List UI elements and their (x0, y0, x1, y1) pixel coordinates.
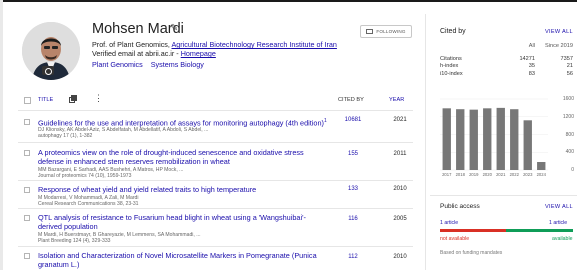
y-tick-label: 0 (571, 167, 574, 173)
homepage-link[interactable]: Homepage (181, 49, 216, 58)
bar-2022[interactable] (510, 109, 519, 170)
article-venue: autophagy 17 (1), 1-382 (38, 133, 93, 139)
article-title[interactable]: A proteomics view on the role of drought… (38, 148, 333, 166)
mail-icon (366, 29, 374, 34)
stats-header-row: All Since 2019 (440, 43, 573, 51)
affiliation-prefix: Prof. of Plant Genomics, (92, 40, 170, 49)
public-access-heading: Public access (440, 203, 480, 210)
public-access-divider (430, 195, 577, 196)
row-checkbox[interactable] (24, 215, 30, 221)
available-count[interactable]: 1 article (549, 220, 567, 226)
bar-2019[interactable] (469, 109, 478, 170)
sort-by-title[interactable]: TITLE (38, 97, 53, 103)
x-tick-label: 2021 (496, 172, 506, 177)
email-text: Verified email at abrii.ac.ir - (92, 49, 179, 58)
citation-count[interactable]: 112 (328, 254, 378, 260)
x-tick-label: 2020 (482, 172, 492, 177)
row-divider (18, 246, 413, 247)
stats-col-all: All (528, 43, 535, 49)
article-year: 2011 (393, 151, 407, 157)
stats-row: Citations 14271 7357 (440, 55, 573, 62)
articles-table-header: TITLE ⋮ CITED BY YEAR (18, 93, 413, 109)
following-button[interactable]: FOLLOWING (360, 25, 412, 38)
article-title[interactable]: Response of wheat yield and yield relate… (38, 185, 333, 194)
access-bar-not-available (440, 229, 506, 232)
article-venue: Journal of proteomics 74 (10), 1959-1973 (38, 173, 132, 179)
y-tick-label: 800 (565, 131, 574, 138)
article-year: 2005 (393, 216, 407, 222)
article-title[interactable]: QTL analysis of resistance to Fusarium h… (38, 213, 333, 231)
article-year: 2021 (393, 117, 407, 123)
camera-icon[interactable] (42, 66, 54, 75)
bar-2020[interactable] (483, 108, 492, 170)
article-venue: Plant Breeding 124 (4), 329-333 (38, 238, 111, 244)
stats-row: h-index 35 21 (440, 63, 573, 69)
article-year: 2010 (393, 186, 407, 192)
row-divider (18, 180, 413, 181)
bar-2018[interactable] (456, 109, 465, 170)
cited-by-view-all[interactable]: VIEW ALL (545, 29, 573, 35)
citation-count[interactable]: 133 (328, 186, 378, 192)
citation-count[interactable]: 10681 (328, 117, 378, 123)
stats-col-since: Since 2019 (545, 43, 573, 49)
following-label: FOLLOWING (376, 29, 406, 34)
bar-2024[interactable] (537, 162, 546, 170)
cited-by-header[interactable]: CITED BY (338, 97, 364, 103)
window-top-border (0, 0, 577, 2)
affiliation-link[interactable]: Agricultural Biotechnology Research Inst… (172, 40, 337, 49)
bar-2021[interactable] (496, 107, 505, 170)
citation-count[interactable]: 155 (328, 151, 378, 157)
y-tick-label: 1200 (562, 113, 574, 120)
row-checkbox[interactable] (24, 253, 30, 259)
panel-divider (425, 14, 426, 270)
research-interests: Plant Genomics Systems Biology (92, 60, 210, 69)
x-tick-label: 2017 (442, 172, 452, 177)
x-tick-label: 2022 (509, 172, 519, 177)
not-available-label: not available (440, 236, 470, 242)
affiliation: Prof. of Plant Genomics, Agricultural Bi… (92, 40, 337, 49)
stats-row: i10-index 83 56 (440, 70, 573, 77)
window-left-border (0, 0, 3, 270)
citations-per-year-chart: 1600 1200 800 400 0 2017 2018 2019 2020 2021 2022 2… (436, 95, 574, 185)
bar-2017[interactable] (442, 108, 451, 170)
bar-2023[interactable] (523, 120, 532, 170)
article-venue: Cereal Research Communications 38, 23-31 (38, 201, 139, 207)
row-divider (18, 208, 413, 209)
x-tick-label: 2023 (523, 172, 533, 177)
cited-by-heading: Cited by (440, 28, 466, 35)
available-label: available (552, 236, 573, 242)
y-tick-label: 1600 (562, 96, 574, 102)
x-tick-label: 2018 (455, 172, 465, 177)
article-title[interactable]: Isolation and Characterization of Novel … (38, 251, 333, 269)
y-tick-label: 400 (565, 149, 574, 156)
row-checkbox[interactable] (24, 187, 30, 193)
not-available-count[interactable]: 1 article (440, 220, 458, 226)
edit-pencil-icon[interactable]: ✎ (170, 23, 178, 34)
citation-count[interactable]: 116 (328, 216, 378, 222)
public-access-view-all[interactable]: VIEW ALL (545, 204, 573, 210)
interest-systems-biology[interactable]: Systems Biology (151, 60, 204, 69)
interest-plant-genomics[interactable]: Plant Genomics (92, 60, 143, 69)
more-options-icon[interactable]: ⋮ (94, 93, 103, 103)
select-all-checkbox[interactable] (24, 97, 31, 104)
row-checkbox[interactable] (24, 119, 30, 125)
verified-email: Verified email at abrii.ac.ir - Homepage (92, 49, 216, 58)
x-tick-label: 2019 (469, 172, 479, 177)
x-tick-label: 2024 (536, 172, 546, 177)
sort-by-year[interactable]: YEAR (389, 97, 404, 103)
add-to-list-icon[interactable] (69, 95, 78, 103)
funding-mandates-note: Based on funding mandates (440, 250, 503, 256)
row-divider (18, 142, 413, 143)
article-year: 2010 (393, 254, 407, 260)
citation-stats-table: All Since 2019 Citations 14271 7357 h-in… (440, 43, 573, 78)
access-bar-available (506, 229, 573, 232)
header-divider (18, 110, 413, 111)
row-checkbox[interactable] (24, 150, 30, 156)
